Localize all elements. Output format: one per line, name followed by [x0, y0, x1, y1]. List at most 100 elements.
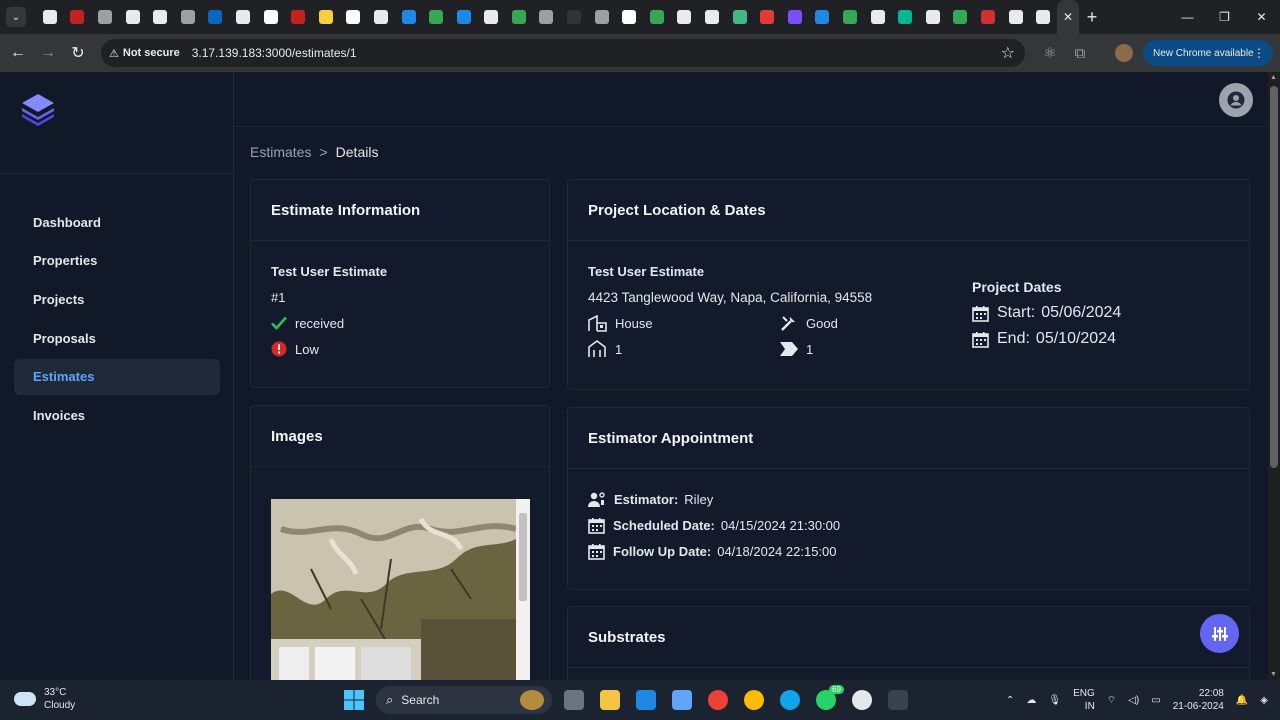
browser-tab-favicon[interactable] — [340, 0, 368, 34]
clock[interactable]: 22:08 21-06-2024 — [1173, 687, 1224, 713]
battery-icon[interactable]: ▭ — [1151, 695, 1160, 706]
copilot-icon[interactable]: ◈ — [1260, 695, 1268, 706]
user-menu-button[interactable] — [1219, 83, 1253, 117]
forward-button[interactable]: → — [33, 38, 63, 68]
browser-tab-favicon[interactable] — [36, 0, 64, 34]
browser-tab-favicon[interactable] — [836, 0, 864, 34]
browser-tab-favicon[interactable] — [1029, 0, 1057, 34]
clock-date: 21-06-2024 — [1172, 701, 1224, 712]
sidebar-item-estimates[interactable]: Estimates — [14, 358, 220, 395]
volume-icon[interactable]: ◁) — [1128, 695, 1139, 706]
url-text[interactable]: 3.17.139.183:3000/estimates/1 — [192, 46, 357, 60]
address-bar[interactable]: ⚠ Not secure 3.17.139.183:3000/estimates… — [101, 39, 1025, 67]
tab-close-button[interactable]: ✕ — [1056, 0, 1079, 34]
weather-widget[interactable]: 33°C Cloudy — [14, 686, 75, 712]
layers-logo-icon[interactable] — [20, 94, 56, 126]
clock-app-button[interactable] — [844, 684, 880, 716]
microphone-icon[interactable]: 🎙 — [1048, 695, 1061, 706]
browser-tab-favicon[interactable] — [643, 0, 671, 34]
react-devtools-icon[interactable]: ⚛ — [1038, 34, 1062, 72]
sidebar-item-dashboard[interactable]: Dashboard — [14, 204, 220, 240]
scroll-down-arrow-icon[interactable]: ▼ — [1270, 671, 1277, 678]
browser-tab-favicon[interactable] — [891, 0, 919, 34]
new-tab-button[interactable]: + — [1079, 0, 1105, 34]
browser-tab-favicon[interactable] — [395, 0, 423, 34]
terminal-button[interactable] — [880, 684, 916, 716]
page-scrollbar[interactable]: ▲ ▼ — [1268, 72, 1280, 680]
tab-search-menu-button[interactable]: ⌄ — [6, 7, 26, 27]
chevron-up-icon[interactable]: ⌃ — [1006, 695, 1014, 706]
clock-time: 22:08 — [1198, 688, 1224, 699]
browser-tab-favicon[interactable] — [229, 0, 257, 34]
sidebar-nav: Dashboard Properties Projects Proposals … — [14, 204, 220, 436]
browser-tab-favicon[interactable] — [478, 0, 506, 34]
window-close-button[interactable]: ✕ — [1243, 0, 1280, 34]
tag-arrow-icon — [780, 342, 798, 356]
browser-tab-favicon[interactable] — [257, 0, 285, 34]
sidebar-item-invoices[interactable]: Invoices — [14, 397, 220, 433]
browser-tab-favicon[interactable] — [450, 0, 478, 34]
extensions-puzzle-icon[interactable]: ⧉ — [1068, 34, 1092, 72]
profile-avatar[interactable] — [1114, 34, 1134, 72]
browser-tab-favicon[interactable] — [1002, 0, 1030, 34]
notification-bell-icon[interactable]: 🔔 — [1236, 695, 1248, 706]
cloud-tray-icon[interactable]: ☁ — [1026, 695, 1036, 706]
kebab-menu-icon[interactable]: ⋮ — [1253, 46, 1265, 60]
browser-tab-favicon[interactable] — [671, 0, 699, 34]
minimize-button[interactable]: — — [1169, 0, 1206, 34]
image-scrollbar[interactable] — [516, 499, 530, 680]
start-button[interactable] — [336, 684, 372, 716]
browser-tab-favicon[interactable] — [119, 0, 147, 34]
image-gallery[interactable] — [271, 499, 530, 680]
chrome-profile-button[interactable] — [736, 684, 772, 716]
browser-tab-favicon[interactable] — [809, 0, 837, 34]
damaged-ceiling-photo[interactable] — [271, 499, 516, 680]
browser-tab-favicon[interactable] — [698, 0, 726, 34]
sidebar-item-proposals[interactable]: Proposals — [14, 320, 220, 356]
file-explorer-button[interactable] — [592, 684, 628, 716]
browser-tab-favicon[interactable] — [284, 0, 312, 34]
taskbar-search[interactable]: ⌕ Search — [376, 686, 552, 714]
back-button[interactable]: ← — [3, 38, 33, 68]
security-indicator[interactable]: ⚠ Not secure — [109, 47, 180, 60]
browser-tab-favicon[interactable] — [919, 0, 947, 34]
browser-tab-favicon[interactable] — [947, 0, 975, 34]
browser-tab-favicon[interactable] — [588, 0, 616, 34]
chrome-button[interactable] — [700, 684, 736, 716]
condition-text: Good — [806, 315, 838, 331]
breadcrumb-estimates-link[interactable]: Estimates — [250, 144, 311, 160]
wifi-icon[interactable]: ⌔ — [1107, 694, 1116, 707]
browser-tab-favicon[interactable] — [91, 0, 119, 34]
task-view-button[interactable] — [556, 684, 592, 716]
scrollbar-thumb[interactable] — [1270, 86, 1278, 468]
browser-tab-favicon[interactable] — [64, 0, 92, 34]
browser-tab-favicon[interactable] — [615, 0, 643, 34]
browser-tab-favicon[interactable] — [312, 0, 340, 34]
scroll-up-arrow-icon[interactable]: ▲ — [1270, 74, 1277, 81]
sidebar-item-properties[interactable]: Properties — [14, 243, 220, 279]
browser-tab-favicon[interactable] — [422, 0, 450, 34]
browser-tab-favicon[interactable] — [560, 0, 588, 34]
vscode-button[interactable] — [628, 684, 664, 716]
browser-tab-favicon[interactable] — [533, 0, 561, 34]
edge-button[interactable] — [772, 684, 808, 716]
browser-tab-favicon[interactable] — [505, 0, 533, 34]
check-icon — [271, 316, 287, 330]
browser-tab-favicon[interactable] — [174, 0, 202, 34]
notepad-button[interactable] — [664, 684, 700, 716]
language-indicator[interactable]: ENG IN — [1073, 687, 1095, 713]
browser-tab-favicon[interactable] — [864, 0, 892, 34]
browser-tab-favicon[interactable] — [202, 0, 230, 34]
browser-tab-favicon[interactable] — [753, 0, 781, 34]
reload-button[interactable]: ↻ — [63, 38, 93, 68]
browser-tab-favicon[interactable] — [781, 0, 809, 34]
chrome-update-button[interactable]: New Chrome available ⋮ — [1143, 40, 1273, 66]
browser-tab-favicon[interactable] — [146, 0, 174, 34]
bookmark-star-icon[interactable]: ☆ — [1001, 43, 1015, 63]
maximize-button[interactable]: ❐ — [1206, 0, 1243, 34]
browser-tab-favicon[interactable] — [974, 0, 1002, 34]
sidebar-item-projects[interactable]: Projects — [14, 281, 220, 317]
settings-fab-button[interactable] — [1200, 614, 1239, 653]
browser-tab-favicon[interactable] — [726, 0, 754, 34]
browser-tab-favicon[interactable] — [367, 0, 395, 34]
